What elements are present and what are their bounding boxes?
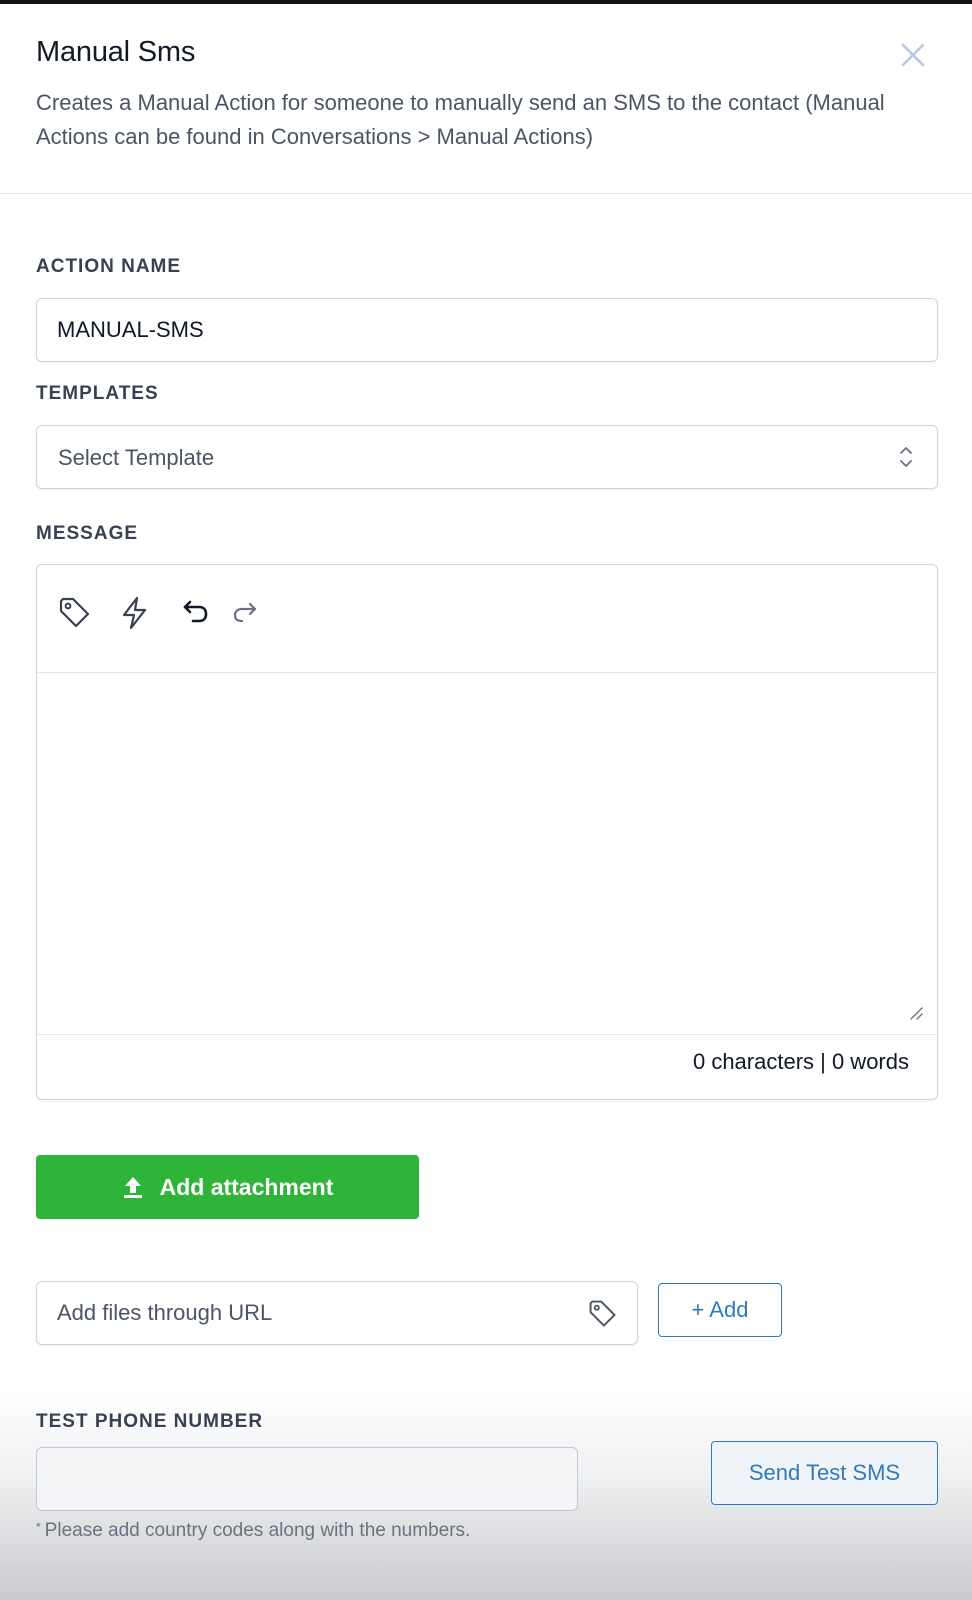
upload-icon (123, 1177, 142, 1198)
file-url-input[interactable] (37, 1282, 577, 1344)
templates-label: TEMPLATES (36, 383, 159, 404)
hint-text: Please add country codes along with the … (44, 1520, 471, 1541)
custom-values-button[interactable] (57, 595, 93, 631)
redo-button[interactable] (229, 595, 265, 631)
close-button[interactable] (898, 40, 928, 70)
action-name-field[interactable] (36, 298, 938, 362)
action-name-label: ACTION NAME (36, 256, 182, 277)
close-icon (901, 43, 925, 67)
trigger-links-button[interactable] (117, 595, 153, 631)
undo-icon (183, 600, 208, 623)
char-word-counter: 0 characters | 0 words (692, 1049, 909, 1074)
send-test-sms-button[interactable]: Send Test SMS (711, 1441, 938, 1505)
tag-icon (59, 597, 90, 628)
message-editor: 0 characters | 0 words (36, 564, 938, 1100)
country-code-hint: * Please add country codes along with the… (36, 1520, 470, 1542)
resize-handle-icon[interactable] (907, 1004, 923, 1020)
test-phone-field[interactable] (36, 1447, 578, 1511)
add-url-button[interactable]: + Add (658, 1283, 782, 1337)
message-textarea[interactable] (37, 673, 937, 1034)
undo-button[interactable] (175, 595, 211, 631)
test-phone-label: TEST PHONE NUMBER (36, 1411, 264, 1432)
redo-icon (233, 602, 257, 623)
file-url-field[interactable] (36, 1281, 638, 1345)
add-attachment-button[interactable]: Add attachment (36, 1155, 419, 1219)
modal-header: Manual Sms Creates a Manual Action for s… (0, 4, 972, 194)
tag-icon[interactable] (587, 1298, 619, 1330)
chevron-up-down-icon (900, 447, 912, 467)
action-name-input[interactable] (37, 299, 937, 361)
add-attachment-label: Add attachment (159, 1173, 334, 1200)
modal-title: Manual Sms (36, 36, 196, 68)
bolt-icon (122, 596, 147, 630)
template-select-value: Select Template (58, 445, 215, 470)
message-body[interactable] (37, 673, 937, 1035)
hint-asterisk: * (36, 1520, 41, 1534)
modal-description: Creates a Manual Action for someone to m… (36, 90, 885, 149)
editor-toolbar (37, 565, 937, 673)
template-select[interactable]: Select Template (36, 425, 938, 489)
message-label: MESSAGE (36, 523, 139, 544)
test-phone-input[interactable] (37, 1448, 577, 1510)
